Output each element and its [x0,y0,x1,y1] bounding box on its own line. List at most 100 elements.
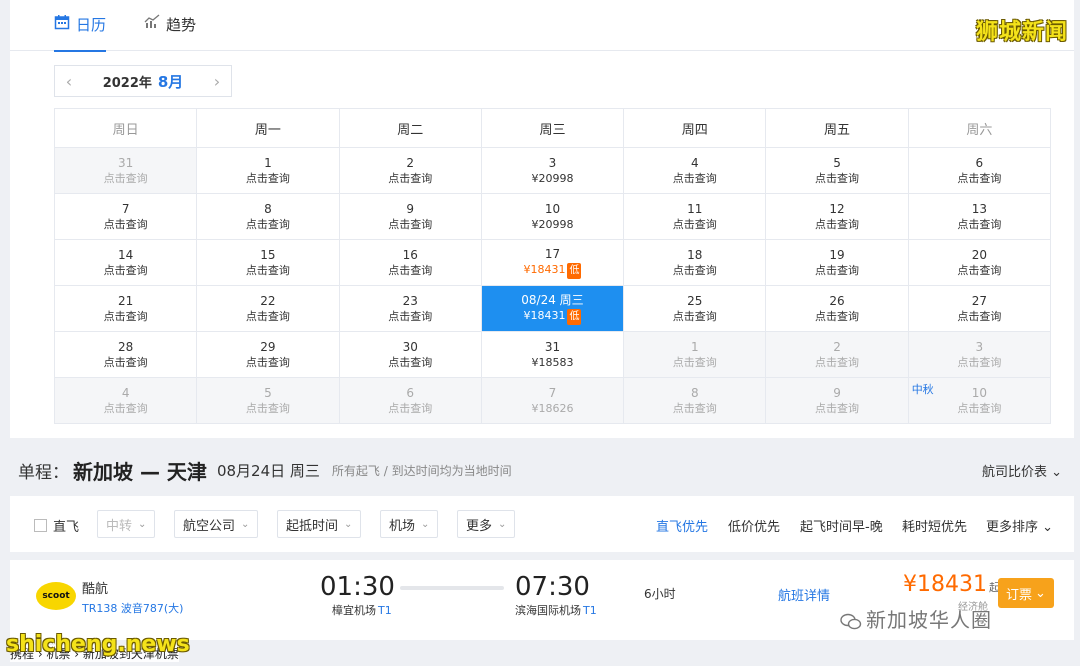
calendar-day-cell[interactable]: 11 点击查询 [623,193,767,240]
tab-trend[interactable]: 趋势 [144,14,196,50]
calendar-day-cell[interactable]: 3 ¥20998 [480,147,625,194]
calendar-day-cell[interactable]: 9 点击查询 [338,193,482,240]
calendar-day-cell[interactable]: 30 点击查询 [338,331,482,378]
calendar-day-cell[interactable]: 7 点击查询 [53,193,198,240]
filter-airline[interactable]: 航空公司 ⌄ [174,510,259,538]
tab-calendar-label: 日历 [76,16,107,34]
flight-number[interactable]: TR138 波音787(大) [82,600,183,616]
calendar-day-cell[interactable]: 10 ¥20998 [480,193,625,240]
filter-more[interactable]: 更多 ⌄ [457,510,516,538]
book-button[interactable]: 订票 ⌄ [998,578,1054,608]
day-price: 点击查询 [910,401,1049,417]
calendar-day-cell[interactable]: 17 ¥18431 低 [480,239,625,286]
day-number: 6 [975,155,984,170]
calendar-day-cell[interactable]: 16 点击查询 [338,239,482,286]
calendar-day-cell[interactable]: 18 点击查询 [623,239,767,286]
calendar-day-cell[interactable]: 31 ¥18583 [480,331,625,378]
tab-calendar[interactable]: 日历 [54,14,107,52]
day-price-text: 点击查询 [388,217,433,231]
sort-direct-first[interactable]: 直飞优先 [656,516,708,535]
calendar-day-cell[interactable]: 25 点击查询 [623,285,767,332]
calendar-day-cell[interactable]: 9 点击查询 [765,377,909,424]
sort-more[interactable]: 更多排序 ⌄ [986,516,1053,535]
calendar-day-cell[interactable]: 21 点击查询 [53,285,198,332]
sort-low-price[interactable]: 低价优先 [728,516,780,535]
calendar-day-cell[interactable]: 26 点击查询 [765,285,909,332]
day-price: 点击查询 [56,263,195,279]
day-number: 31 [118,155,134,170]
airline-logo: scoot [36,582,76,610]
airline-compare-button[interactable]: 航司比价表 ⌄ [982,461,1062,480]
calendar-day-cell[interactable]: 08/24 周三 ¥18431 低 [480,285,625,332]
calendar-day-cell[interactable]: 8 点击查询 [196,193,340,240]
day-number: 7 [548,385,557,400]
calendar-day-cell[interactable]: 31 点击查询 [53,147,198,194]
day-price-text: 点击查询 [957,355,1002,369]
next-month-button[interactable]: › [203,72,231,91]
calendar-day-cell[interactable]: 12 点击查询 [765,193,909,240]
calendar-day-cell[interactable]: 29 点击查询 [196,331,340,378]
day-number: 16 [402,247,418,262]
calendar-day-cell[interactable]: 19 点击查询 [765,239,909,286]
departure-airport-name: 樟宜机场 [332,604,376,617]
day-number: 6 [406,385,415,400]
sort-departure-time[interactable]: 起飞时间早-晚 [800,516,883,535]
calendar-day-cell[interactable]: 7 ¥18626 [480,377,625,424]
calendar-day-cell[interactable]: 23 点击查询 [338,285,482,332]
day-number: 7 [121,201,130,216]
calendar-day-cell[interactable]: 5 点击查询 [196,377,340,424]
day-price-text: 点击查询 [815,401,860,415]
filter-airport[interactable]: 机场 ⌄ [380,510,439,538]
prev-month-button[interactable]: ‹ [55,72,83,91]
calendar-day-cell[interactable]: 15 点击查询 [196,239,340,286]
watermark-top: 狮城新闻 [975,20,1068,45]
filter-transfer[interactable]: 中转 ⌄ [97,510,156,538]
day-number: 26 [829,293,845,308]
day-price: 点击查询 [625,217,764,233]
calendar-day-cell[interactable]: 1 点击查询 [196,147,340,194]
filter-bar: 直飞 中转 ⌄ 航空公司 ⌄ 起抵时间 ⌄ 机场 ⌄ 更多 ⌄ 直飞优先 低价优先 起飞时… [10,496,1074,552]
calendar-day-cell[interactable]: 2 点击查询 [765,331,909,378]
filter-time[interactable]: 起抵时间 ⌄ [277,510,362,538]
flight-details-link[interactable]: 航班详情 [778,585,830,604]
year-label: 2022年 [102,75,152,91]
weekday-wed: 周三 [480,108,625,148]
direct-only-checkbox[interactable]: 直飞 [34,516,79,535]
tab-trend-label: 趋势 [166,16,197,34]
arrival-terminal: T1 [583,604,597,617]
calendar-day-cell[interactable]: 3 点击查询 [907,331,1052,378]
day-number: 1 [264,155,272,170]
calendar-day-cell[interactable]: 6 点击查询 [338,377,482,424]
day-price: ¥20998 [483,217,622,233]
route-date: 08月24日 周三 [216,461,320,480]
weekday-sat: 周六 [907,108,1052,148]
calendar-day-cell[interactable]: 1 点击查询 [623,331,767,378]
calendar-day-cell[interactable]: 5 点击查询 [765,147,909,194]
day-price: 点击查询 [56,355,195,371]
calendar-day-cell[interactable]: 28 点击查询 [53,331,198,378]
airline-name: 酷航 [82,582,109,597]
calendar-day-cell[interactable]: 8 点击查询 [623,377,767,424]
day-price-text: ¥18626 [531,401,574,415]
day-number: 29 [260,339,276,354]
calendar-day-cell[interactable]: 14 点击查询 [53,239,198,286]
sort-shortest[interactable]: 耗时短优先 [902,516,967,535]
day-price: 点击查询 [198,217,337,233]
calendar-day-cell[interactable]: 22 点击查询 [196,285,340,332]
chevron-down-icon: ⌄ [344,518,353,530]
calendar-day-cell[interactable]: 中秋 10 点击查询 [907,377,1052,424]
calendar-week-row: 28 点击查询 29 点击查询 30 点击查询 31 ¥18583 1 点击查询 2 点击查询 3 点击查… [53,331,1052,378]
calendar-day-cell[interactable]: 27 点击查询 [907,285,1052,332]
calendar-day-cell[interactable]: 4 点击查询 [623,147,767,194]
day-price: 点击查询 [56,171,195,187]
calendar-week-row: 4 点击查询 5 点击查询 6 点击查询 7 ¥18626 8 点击查询 9 点击查询 中秋 10 点击查询 [53,377,1052,424]
calendar-day-cell[interactable]: 13 点击查询 [907,193,1052,240]
day-price-text: ¥18431 [523,263,566,276]
calendar-day-cell[interactable]: 20 点击查询 [907,239,1052,286]
trip-kind: 单程： [18,462,69,483]
calendar-day-cell[interactable]: 4 点击查询 [53,377,198,424]
calendar-day-cell[interactable]: 2 点击查询 [338,147,482,194]
day-price-text: 点击查询 [103,309,148,323]
wechat-icon [840,613,862,629]
calendar-day-cell[interactable]: 6 点击查询 [907,147,1052,194]
